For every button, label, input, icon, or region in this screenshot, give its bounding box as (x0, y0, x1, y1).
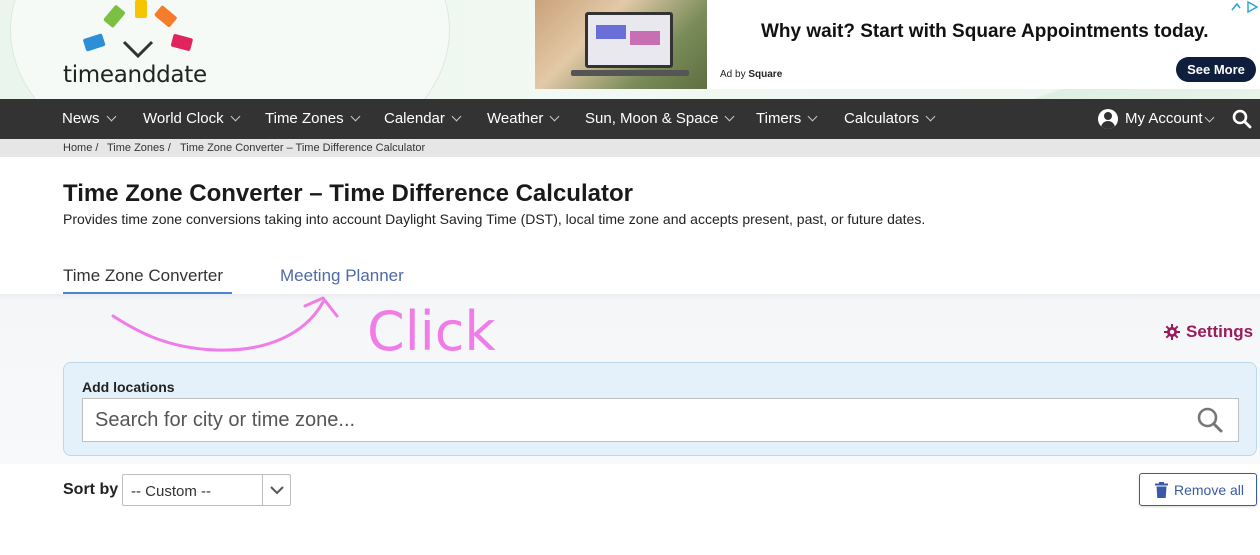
tab-time-zone-converter[interactable]: Time Zone Converter (63, 266, 223, 286)
nav-item-label: Sun, Moon & Space (585, 110, 719, 127)
nav-item-label: Time Zones (265, 110, 344, 127)
sort-by-label: Sort by (63, 481, 119, 498)
sort-select-value: -- Custom -- (131, 483, 211, 500)
nav-item-news[interactable]: News (62, 99, 116, 139)
ad-image[interactable] (535, 0, 707, 89)
advertisement-banner[interactable]: Why wait? Start with Square Appointments… (535, 0, 1260, 89)
nav-item-label: Weather (487, 110, 544, 127)
chevron-down-icon (230, 111, 241, 122)
ad-laptop-screen-block (630, 31, 660, 45)
ad-headline[interactable]: Why wait? Start with Square Appointments… (761, 21, 1209, 43)
nav-item-calendar[interactable]: Calendar (384, 99, 462, 139)
remove-all-label: Remove all (1174, 482, 1245, 498)
click-annotation-arrow-icon: Click (111, 296, 496, 363)
logo-wordmark[interactable]: timeanddate (63, 62, 207, 88)
annotation-text: Click (367, 300, 496, 363)
ad-by-prefix: Ad by (720, 69, 746, 80)
search-icon[interactable] (1196, 406, 1224, 434)
chevron-down-icon (1204, 112, 1215, 123)
chevron-down-icon (925, 111, 936, 122)
nav-item-calculators[interactable]: Calculators (844, 99, 936, 139)
site-header: timeanddate Why wait? Start with Square … (0, 0, 1260, 99)
remove-all-button[interactable]: Remove all (1139, 473, 1257, 506)
nav-item-time-zones[interactable]: Time Zones (265, 99, 361, 139)
tab-meeting-planner[interactable]: Meeting Planner (280, 266, 404, 286)
chevron-down-icon (724, 111, 735, 122)
ad-choices-icon[interactable] (1228, 0, 1260, 14)
nav-item-timers[interactable]: Timers (756, 99, 818, 139)
breadcrumb-current: Time Zone Converter – Time Difference Ca… (180, 142, 426, 154)
ad-see-more-button[interactable]: See More (1176, 57, 1256, 82)
page-title: Time Zone Converter – Time Difference Ca… (63, 180, 633, 207)
page-description: Provides time zone conversions taking in… (63, 211, 926, 227)
chevron-down-icon (549, 111, 560, 122)
city-search-input[interactable] (82, 398, 1239, 442)
breadcrumb-home[interactable]: Home / (63, 142, 98, 154)
breadcrumb: Home / Time Zones / Time Zone Converter … (0, 139, 1260, 157)
add-locations-panel: Add locations (63, 362, 1257, 456)
ad-attribution: Ad by Square (720, 69, 782, 80)
ad-laptop-screen-block (596, 25, 626, 39)
breadcrumb-time-zones[interactable]: Time Zones / (107, 142, 171, 154)
settings-label: Settings (1186, 322, 1254, 341)
select-divider (262, 475, 263, 505)
nav-item-weather[interactable]: Weather (487, 99, 560, 139)
sort-select[interactable]: -- Custom -- (122, 474, 291, 506)
nav-item-sun-moon-space[interactable]: Sun, Moon & Space (585, 99, 735, 139)
trash-icon (1155, 482, 1168, 498)
nav-item-label: Calculators (844, 110, 920, 127)
nav-item-label: Timers (756, 110, 802, 127)
gear-icon (1164, 324, 1180, 340)
chevron-down-icon (350, 111, 361, 122)
search-icon[interactable] (1232, 109, 1252, 129)
chevron-down-icon (451, 111, 462, 122)
chevron-down-icon (270, 486, 284, 495)
main-navigation: News World Clock Time Zones Calendar Wea… (0, 99, 1260, 139)
nav-item-label: World Clock (143, 110, 224, 127)
my-account-label: My Account (1125, 110, 1203, 127)
nav-item-label: News (62, 110, 100, 127)
ad-laptop-graphic (585, 12, 673, 68)
ad-laptop-base (571, 70, 689, 76)
add-locations-label: Add locations (82, 379, 175, 395)
nav-item-world-clock[interactable]: World Clock (143, 99, 241, 139)
chevron-down-icon (106, 111, 116, 122)
user-avatar-icon (1098, 109, 1118, 129)
chevron-down-icon (807, 111, 818, 122)
ad-by-brand: Square (748, 69, 783, 80)
nav-item-label: Calendar (384, 110, 445, 127)
